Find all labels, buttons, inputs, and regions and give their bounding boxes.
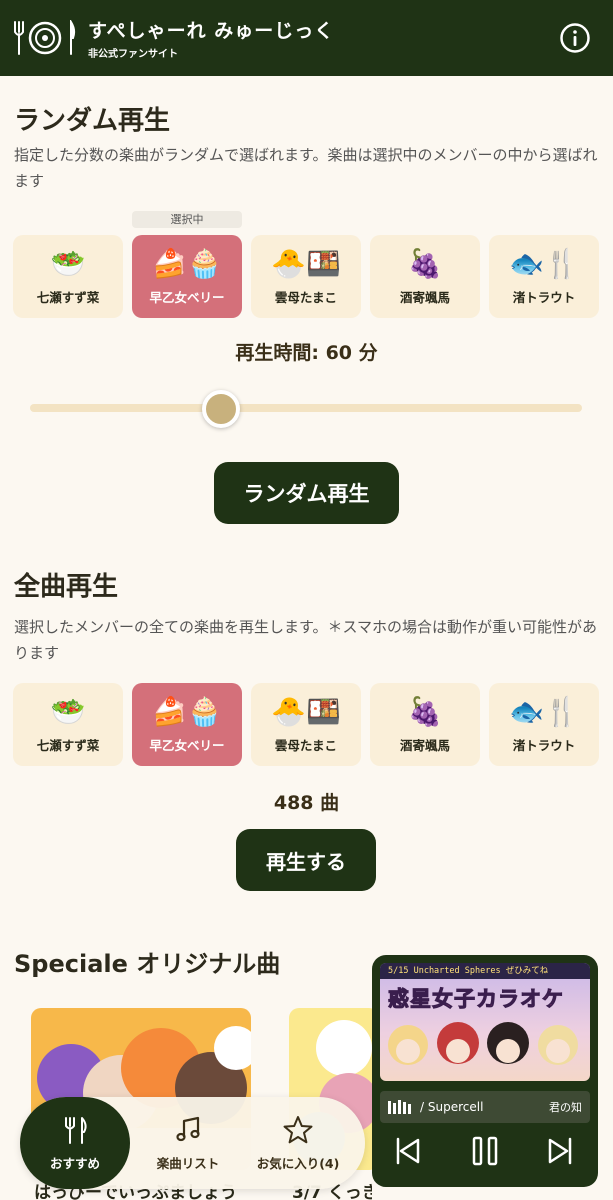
equalizer-icon (388, 1100, 411, 1114)
member-tamako[interactable]: 🐣🍱 雲母たまこ (251, 235, 361, 318)
member-name: 酒寄颯馬 (399, 290, 450, 305)
fish-icon: 🐟🍴 (509, 695, 579, 728)
grapes-icon: 🍇 (407, 695, 443, 728)
member-name: 七瀬すず菜 (36, 290, 100, 305)
app-header: すぺしゃーれ みゅーじっく 非公式ファンサイト (0, 0, 613, 76)
artwork-title: 惑星女子カラオケ (388, 987, 564, 1012)
selected-tag: 選択中 (132, 211, 242, 228)
artwork-banner: 5/15 Uncharted Spheres ぜひみてね (380, 963, 590, 979)
member-suzuna[interactable]: 🥗 七瀬すず菜 (13, 235, 123, 318)
fish-icon: 🐟🍴 (509, 247, 579, 280)
cake-icon: 🍰🧁 (152, 247, 222, 280)
mini-player: 5/15 Uncharted Spheres ぜひみてね 惑星女子カラオケ / … (372, 955, 598, 1187)
member-name: 渚トラウト (512, 738, 576, 753)
record-icon (28, 21, 62, 55)
knife-icon (70, 20, 76, 55)
duration-slider[interactable] (30, 404, 582, 412)
star-icon (283, 1115, 313, 1143)
all-play-description: 選択したメンバーの全ての楽曲を再生します。＊スマホの場合は動作が重い可能性があり… (14, 618, 598, 662)
member-berry[interactable]: 🍰🧁 早乙女ベリー (132, 235, 242, 318)
site-subtitle: 非公式ファンサイト (88, 49, 178, 60)
member-suzuna[interactable]: 🥗 七瀬すず菜 (13, 683, 123, 766)
member-souma[interactable]: 🍇 酒寄颯馬 (370, 683, 480, 766)
all-play-title: 全曲再生 (14, 572, 119, 602)
nav-recommended[interactable]: おすすめ (20, 1097, 130, 1189)
chick-icon: 🐣🍱 (271, 247, 341, 280)
fork-knife-icon (65, 1116, 87, 1144)
originals-title: Speciale オリジナル曲 (14, 950, 281, 978)
member-souma[interactable]: 🍇 酒寄颯馬 (370, 235, 480, 318)
member-name: 雲母たまこ (274, 290, 338, 305)
nav-song-list[interactable]: 楽曲リスト (138, 1097, 238, 1189)
brand: すぺしゃーれ みゅーじっく 非公式ファンサイト (88, 16, 334, 60)
nav-favorites[interactable]: お気に入り(4) (246, 1097, 350, 1189)
artwork-characters (388, 1022, 578, 1065)
member-name: 雲母たまこ (274, 738, 338, 753)
track-name: / Supercell (420, 1100, 484, 1114)
slider-handle[interactable] (202, 390, 240, 428)
fork-icon (14, 21, 24, 55)
track-title: 君の知 (549, 1101, 582, 1114)
member-name: 渚トラウト (512, 290, 576, 305)
previous-track-icon[interactable] (392, 1135, 424, 1167)
member-trout[interactable]: 🐟🍴 渚トラウト (489, 683, 599, 766)
random-member-list: 🥗 七瀬すず菜 🍰🧁 早乙女ベリー 🐣🍱 雲母たまこ 🍇 酒寄颯馬 🐟🍴 渚トラ… (13, 235, 601, 318)
random-play-button[interactable]: ランダム再生 (214, 462, 399, 524)
nav-label: 楽曲リスト (156, 1155, 220, 1171)
music-note-icon (176, 1116, 200, 1141)
member-berry[interactable]: 🍰🧁 早乙女ベリー (132, 683, 242, 766)
member-trout[interactable]: 🐟🍴 渚トラウト (489, 235, 599, 318)
random-play-title: ランダム再生 (14, 106, 171, 136)
play-all-button[interactable]: 再生する (236, 829, 376, 891)
duration-label: 再生時間: 60 分 (235, 342, 378, 364)
chick-icon: 🐣🍱 (271, 695, 341, 728)
logo[interactable]: すぺしゃーれ みゅーじっく 非公式ファンサイト (14, 16, 334, 60)
site-title: すぺしゃーれ みゅーじっく (88, 20, 335, 42)
random-play-description: 指定した分数の楽曲がランダムで選ばれます。楽曲は選択中のメンバーの中から選ばれま… (14, 146, 598, 190)
member-name: 早乙女ベリー (149, 290, 225, 305)
info-icon[interactable] (559, 22, 591, 54)
salad-icon: 🥗 (50, 695, 86, 728)
salad-icon: 🥗 (50, 247, 86, 280)
member-name: 酒寄颯馬 (399, 738, 450, 753)
grapes-icon: 🍇 (407, 247, 443, 280)
nav-label: おすすめ (49, 1155, 100, 1171)
cake-icon: 🍰🧁 (152, 695, 222, 728)
member-name: 七瀬すず菜 (36, 738, 100, 753)
all-member-list: 🥗 七瀬すず菜 🍰🧁 早乙女ベリー 🐣🍱 雲母たまこ 🍇 酒寄颯馬 🐟🍴 渚トラ… (13, 683, 601, 766)
bottom-nav: おすすめ 楽曲リスト お気に入り(4) (20, 1097, 365, 1189)
now-playing-bar[interactable]: / Supercell 君の知 (380, 1091, 590, 1123)
song-count: 488 曲 (273, 792, 340, 814)
now-playing-artwork[interactable]: 5/15 Uncharted Spheres ぜひみてね 惑星女子カラオケ (380, 963, 590, 1081)
nav-label: お気に入り(4) (256, 1155, 340, 1171)
member-tamako[interactable]: 🐣🍱 雲母たまこ (251, 683, 361, 766)
next-track-icon[interactable] (544, 1135, 576, 1167)
pause-icon[interactable] (469, 1135, 501, 1167)
member-name: 早乙女ベリー (149, 738, 225, 753)
